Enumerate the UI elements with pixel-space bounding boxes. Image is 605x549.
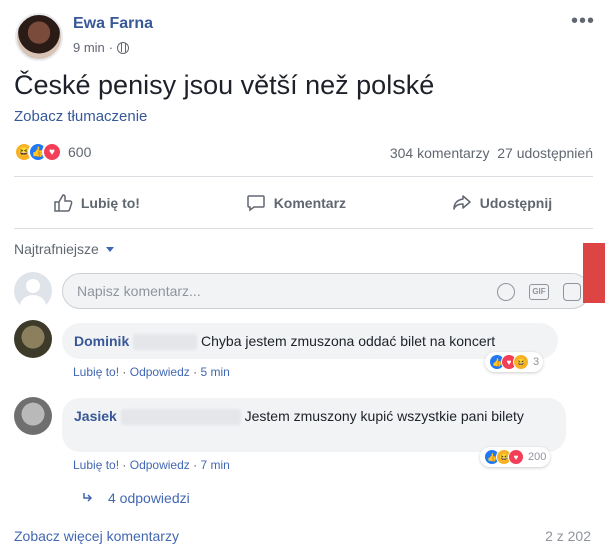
post-time[interactable]: 9 min bbox=[73, 40, 105, 55]
avatar[interactable] bbox=[14, 397, 52, 435]
comment-sort-dropdown[interactable]: Najtrafniejsze bbox=[14, 241, 114, 257]
meta-separator: · bbox=[193, 458, 198, 472]
more-dots-icon[interactable]: ••• bbox=[571, 10, 595, 33]
translate-link[interactable]: Zobacz tłumaczenie bbox=[14, 108, 147, 125]
comment-author[interactable]: Dominik bbox=[74, 333, 129, 349]
blurred-surname bbox=[133, 334, 198, 351]
post-meta: 9 min · bbox=[73, 40, 130, 55]
comment-author[interactable]: Jasiek bbox=[74, 408, 117, 424]
comment-bubble: Dominik Chyba jestem zmuszona oddać bile… bbox=[62, 323, 558, 359]
share-button[interactable]: Udostępnij bbox=[452, 193, 552, 213]
more-comments-link[interactable]: Zobacz więcej komentarzy bbox=[14, 528, 179, 544]
comment-pager: 2 z 202 bbox=[545, 528, 591, 544]
comment-bubble: Jasiek Jestem zmuszony kupić wszystkie p… bbox=[62, 398, 566, 452]
haha-icon: 😆 bbox=[513, 354, 529, 370]
meta-separator: · bbox=[193, 365, 198, 379]
comments-count[interactable]: 304 komentarzy bbox=[390, 145, 490, 161]
replies-count: 4 odpowiedzi bbox=[108, 490, 190, 506]
meta-separator: · bbox=[122, 458, 127, 472]
divider bbox=[14, 228, 593, 229]
comment-text: Jestem zmuszony kupić wszystkie pani bil… bbox=[244, 408, 524, 424]
input-icons: GIF bbox=[497, 283, 581, 301]
avatar[interactable] bbox=[14, 320, 52, 358]
blurred-surname bbox=[120, 409, 241, 426]
comment-reply-link[interactable]: Odpowiedz bbox=[130, 458, 190, 472]
comment-reaction-count: 200 bbox=[528, 451, 547, 463]
love-icon: ♥ bbox=[42, 142, 62, 162]
comment-like-link[interactable]: Lubię to! bbox=[73, 365, 119, 379]
sticker-icon[interactable] bbox=[563, 283, 581, 301]
thumbs-up-icon bbox=[54, 194, 73, 212]
globe-icon bbox=[117, 41, 130, 54]
love-icon: ♥ bbox=[508, 449, 524, 465]
comment-like-link[interactable]: Lubię to! bbox=[73, 458, 119, 472]
shares-count[interactable]: 27 udostępnień bbox=[497, 145, 593, 161]
comment-reply-link[interactable]: Odpowiedz bbox=[130, 365, 190, 379]
comment-meta: Lubię to! · Odpowiedz · 5 min bbox=[73, 365, 230, 379]
comment-icon bbox=[246, 195, 265, 212]
reaction-count: 600 bbox=[68, 144, 92, 160]
watermark-logo bbox=[583, 243, 605, 303]
post-stats: 304 komentarzy 27 udostępnień bbox=[390, 145, 593, 161]
post-author[interactable]: Ewa Farna bbox=[73, 15, 153, 33]
my-avatar bbox=[14, 272, 52, 310]
comment-button[interactable]: Komentarz bbox=[246, 193, 346, 213]
comment-reaction-count: 3 bbox=[533, 356, 540, 368]
comment-reactions[interactable]: 👍 😆 ♥ 200 bbox=[480, 447, 551, 467]
sort-label: Najtrafniejsze bbox=[14, 241, 99, 257]
comment-label: Komentarz bbox=[273, 195, 347, 211]
comment-time[interactable]: 7 min bbox=[200, 458, 229, 472]
author-avatar[interactable] bbox=[15, 13, 63, 61]
meta-separator: · bbox=[122, 365, 127, 379]
comment-time[interactable]: 5 min bbox=[200, 365, 229, 379]
chevron-down-icon bbox=[105, 246, 114, 252]
emoji-icon[interactable] bbox=[497, 283, 515, 301]
divider bbox=[14, 176, 593, 177]
meta-separator: · bbox=[108, 40, 114, 55]
post-text: České penisy jsou větší než polské bbox=[14, 70, 435, 100]
comment-meta: Lubię to! · Odpowiedz · 7 min bbox=[73, 458, 230, 472]
like-label: Lubię to! bbox=[80, 195, 140, 211]
reaction-summary[interactable]: 😆 👍 ♥ 600 bbox=[14, 142, 91, 162]
gif-icon[interactable]: GIF bbox=[529, 284, 549, 300]
share-label: Udostępnij bbox=[479, 195, 553, 211]
view-replies-link[interactable]: 4 odpowiedzi bbox=[82, 490, 190, 506]
share-icon bbox=[453, 195, 471, 210]
comment-text: Chyba jestem zmuszona oddać bilet na kon… bbox=[201, 333, 496, 349]
reply-arrow-icon bbox=[83, 493, 93, 502]
comment-reactions[interactable]: 👍 ♥ 😆 3 bbox=[485, 352, 544, 372]
like-button[interactable]: Lubię to! bbox=[53, 193, 140, 213]
post-actions: Lubię to! Komentarz Udostępnij bbox=[0, 184, 605, 222]
